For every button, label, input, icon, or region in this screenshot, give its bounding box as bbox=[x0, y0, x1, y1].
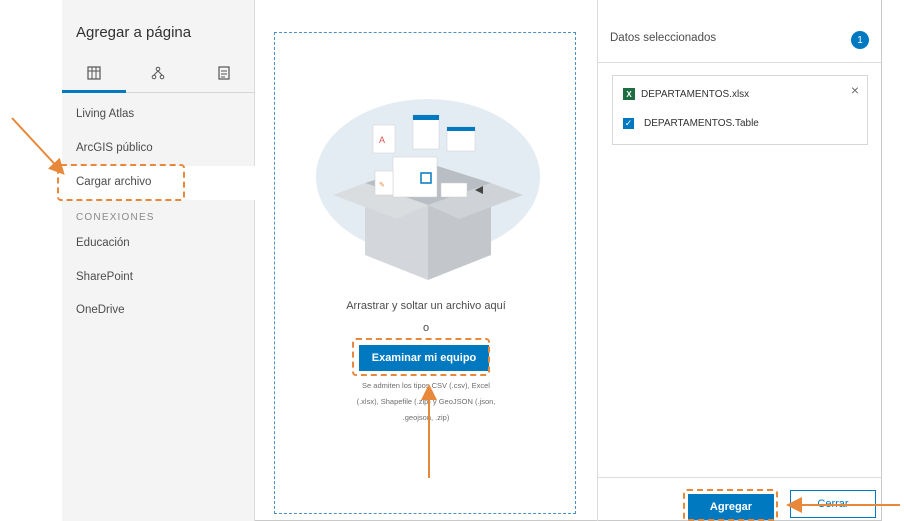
annotation-arrows bbox=[11, 117, 900, 513]
arrow-to-cargar-archivo bbox=[11, 117, 65, 175]
